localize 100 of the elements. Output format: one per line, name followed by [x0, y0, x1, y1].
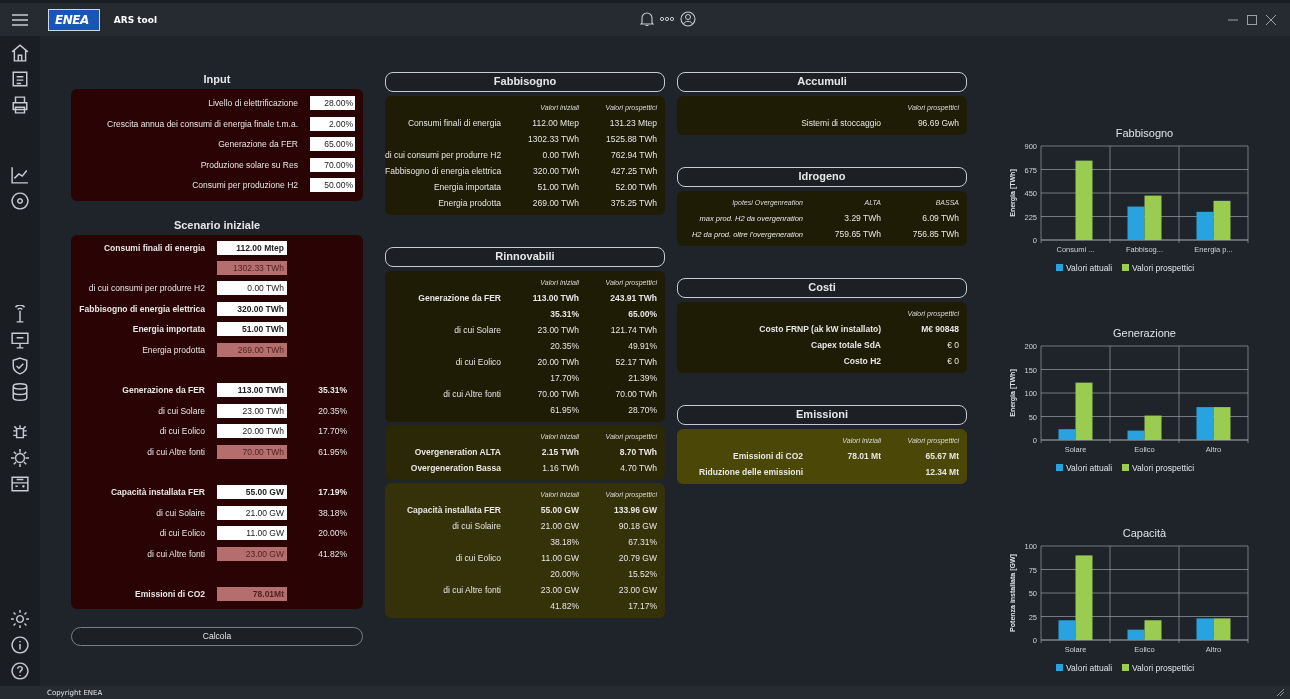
value: 15.52% — [628, 569, 657, 579]
user-icon[interactable] — [680, 11, 696, 27]
bar — [1144, 195, 1162, 240]
computed-value: 23.00 GW — [217, 546, 287, 561]
line-chart-icon[interactable] — [11, 166, 29, 184]
percent-value: 17.70% — [318, 426, 347, 437]
value: 23.00 GW — [540, 585, 579, 595]
value: 6.09 TWh — [922, 213, 959, 223]
value: 28.70% — [628, 405, 657, 415]
value: 3.29 TWh — [844, 213, 881, 223]
input-field[interactable]: 70.00% — [310, 157, 355, 172]
value: 17.17% — [628, 601, 657, 611]
row-label: di cui Altre fonti — [443, 389, 501, 399]
value: 121.74 TWh — [610, 325, 657, 335]
home-icon[interactable] — [11, 44, 29, 62]
computed-value: 78.01Mt — [217, 587, 287, 602]
input-field[interactable]: 113.00 TWh — [217, 383, 287, 398]
value: 1525.88 TWh — [606, 134, 657, 144]
field-label: Energia importata — [132, 324, 205, 335]
document-icon[interactable] — [11, 70, 29, 88]
input-field[interactable]: 112.00 Mtep — [217, 240, 287, 255]
field-label: Energia prodotta — [142, 344, 205, 355]
printer-icon[interactable] — [11, 96, 29, 114]
calculate-button[interactable]: Calcola — [71, 626, 363, 646]
value: € 0 — [947, 340, 959, 350]
bug-icon[interactable] — [11, 423, 29, 441]
input-field[interactable]: 28.00% — [310, 96, 355, 111]
legend-swatch — [1122, 464, 1129, 471]
row-label: Capex totale SdA — [811, 340, 881, 350]
input-field[interactable]: 65.00% — [310, 137, 355, 152]
value: 90.18 GW — [618, 521, 657, 531]
field-label: di cui Altre fonti — [147, 446, 205, 457]
legend-swatch — [1056, 464, 1063, 471]
value: 113.00 TWh — [532, 293, 579, 303]
row-label: Fabbisogno di energia elettrica — [385, 166, 502, 176]
value: M€ 90848 — [921, 324, 959, 334]
input-field[interactable]: 50.00% — [310, 178, 355, 193]
row-label: Emissioni di CO2 — [733, 451, 803, 461]
input-field[interactable]: 23.00 TWh — [217, 403, 287, 418]
input-field[interactable]: 51.00 TWh — [217, 322, 287, 337]
value: 8.70 TWh — [619, 447, 657, 457]
legend-label: Valori prospettici — [1132, 663, 1195, 673]
monitor-icon[interactable] — [11, 331, 29, 349]
value: 65.67 Mt — [925, 451, 959, 461]
value: 20.00 TWh — [537, 357, 579, 367]
section-header: Emissioni — [677, 405, 967, 425]
value: 51.00 TWh — [537, 182, 579, 192]
percent-value: 61.95% — [318, 446, 347, 457]
legend-label: Valori attuali — [1066, 263, 1113, 273]
bar — [1196, 618, 1214, 640]
close-icon[interactable] — [1266, 14, 1276, 25]
percent-value: 17.19% — [318, 487, 347, 498]
maximize-icon[interactable] — [1247, 14, 1257, 25]
row-label: di cui Solaire — [452, 521, 501, 531]
row-label: di cui Eolico — [455, 553, 501, 563]
row-label: di cui Solare — [454, 325, 501, 335]
section-header: Rinnovabili — [385, 247, 665, 267]
legend-swatch — [1122, 664, 1129, 671]
row-label: Costo FRNP (ak kW installato) — [759, 324, 881, 334]
section-header: Fabbisogno — [385, 72, 665, 92]
calculator-icon[interactable] — [11, 475, 29, 493]
bell-icon[interactable] — [640, 11, 654, 27]
value: 52.00 TWh — [615, 182, 657, 192]
value: 67.31% — [628, 537, 657, 547]
value: 762.94 TWh — [611, 150, 658, 160]
input-field[interactable]: 20.00 TWh — [217, 424, 287, 439]
info-icon[interactable] — [11, 636, 29, 654]
percent-value: 20.35% — [318, 405, 347, 416]
chart-title: Capacità — [1122, 527, 1167, 539]
row-label: Costo H2 — [843, 356, 881, 366]
field-label: di cui Eolico — [159, 528, 205, 539]
input-field[interactable]: 11.00 GW — [217, 526, 287, 541]
value: 20.35% — [550, 341, 579, 351]
percent-value: 38.18% — [318, 507, 347, 518]
help-icon[interactable] — [11, 662, 29, 680]
legend-swatch — [1056, 664, 1063, 671]
input-field[interactable]: 55.00 GW — [217, 485, 287, 500]
value: 112.00 Mtep — [532, 118, 579, 128]
value: 243.91 TWh — [610, 293, 657, 303]
menu-icon[interactable] — [12, 13, 28, 26]
value: 70.00 TWh — [537, 389, 579, 399]
value: 96.69 Gwh — [917, 118, 959, 128]
value: 12.34 Mt — [925, 467, 959, 477]
input-field[interactable]: 320.00 TWh — [217, 301, 287, 316]
row-label: Riduzione delle emissioni — [699, 467, 803, 477]
value: 20.00% — [550, 569, 579, 579]
value: 65.00% — [628, 309, 657, 319]
shield-icon[interactable] — [11, 357, 29, 375]
more-icon[interactable] — [659, 16, 675, 22]
input-field[interactable]: 0.00 TWh — [217, 281, 287, 296]
percent-value: 41.82% — [318, 548, 347, 559]
database-icon[interactable] — [11, 383, 29, 401]
input-field[interactable]: 2.00% — [310, 116, 355, 131]
value: 2.15 TWh — [541, 447, 579, 457]
resize-grip-icon[interactable] — [1276, 688, 1285, 697]
input-field[interactable]: 21.00 GW — [217, 505, 287, 520]
row-label: Energia importata — [433, 182, 501, 192]
value: 49.91% — [628, 341, 657, 351]
section-header: Accumuli — [677, 72, 967, 92]
value: 20.79 GW — [618, 553, 657, 563]
